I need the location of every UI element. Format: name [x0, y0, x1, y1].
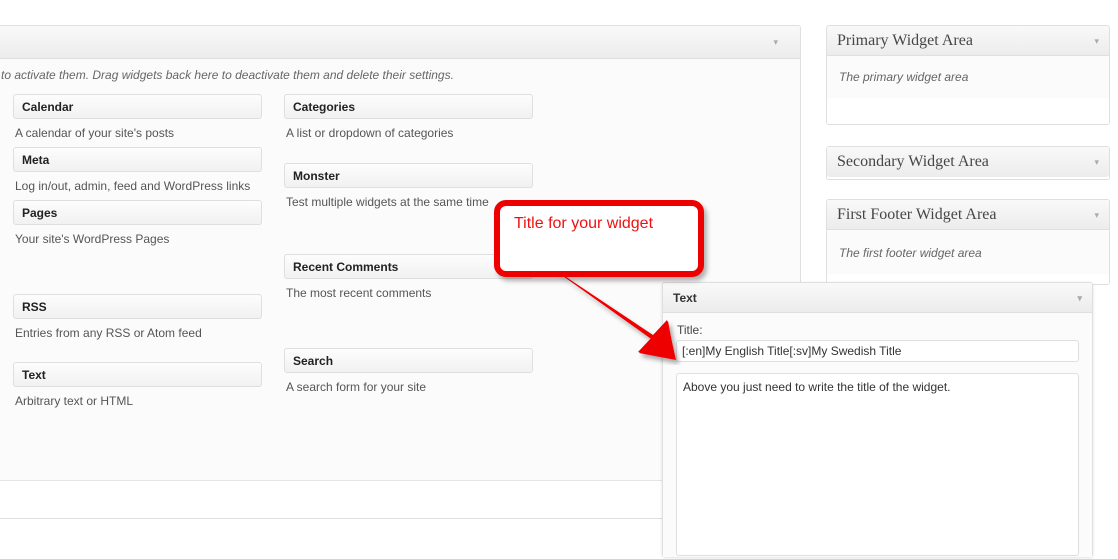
widget-description: A list or dropdown of categories [286, 126, 454, 140]
widget-title[interactable]: Meta [13, 147, 262, 172]
widget-description: Arbitrary text or HTML [15, 394, 134, 408]
chevron-down-icon[interactable]: ▾ [1077, 283, 1082, 313]
callout-text: Title for your widget [514, 215, 654, 232]
widget-description: Entries from any RSS or Atom feed [15, 326, 202, 340]
text-widget-body: Title: [663, 313, 1092, 557]
widget-area-title: Secondary Widget Area [837, 153, 989, 170]
widget-description: A search form for your site [286, 380, 427, 394]
widget-title[interactable]: Monster [284, 163, 533, 188]
widget-title-input[interactable] [676, 340, 1079, 362]
widget-title[interactable]: Text [13, 362, 262, 387]
widget-item-search[interactable]: Search A search form for your site [284, 348, 533, 395]
widget-area-title: First Footer Widget Area [837, 206, 997, 223]
chevron-down-icon[interactable]: ▾ [773, 26, 778, 59]
widget-item-calendar[interactable]: Calendar A calendar of your site's posts [13, 94, 262, 141]
text-widget-header[interactable]: Text ▾ [663, 283, 1092, 313]
widget-description: Your site's WordPress Pages [15, 232, 170, 246]
widget-title[interactable]: Pages [13, 200, 262, 225]
widget-area-first-footer: First Footer Widget Area ▾ The first foo… [826, 199, 1110, 285]
widget-description: The most recent comments [286, 286, 432, 300]
widget-column-left: Calendar A calendar of your site's posts… [13, 94, 262, 415]
chevron-down-icon[interactable]: ▾ [1094, 200, 1099, 230]
title-label: Title: [677, 323, 703, 337]
widget-item-categories[interactable]: Categories A list or dropdown of categor… [284, 94, 533, 141]
widget-item-meta[interactable]: Meta Log in/out, admin, feed and WordPre… [13, 147, 262, 194]
widget-description: A calendar of your site's posts [15, 126, 175, 140]
chevron-down-icon[interactable]: ▾ [1094, 147, 1099, 177]
callout-box: Title for your widget [494, 200, 704, 277]
widget-content-textarea[interactable] [676, 373, 1079, 556]
available-widgets-description: to activate them. Drag widgets back here… [1, 68, 454, 82]
widget-item-rss[interactable]: RSS Entries from any RSS or Atom feed [13, 294, 262, 341]
widget-item-text[interactable]: Text Arbitrary text or HTML [13, 362, 262, 409]
widget-area-title: Primary Widget Area [837, 32, 973, 49]
widget-area-secondary: Secondary Widget Area ▾ [826, 146, 1110, 180]
widget-title[interactable]: Categories [284, 94, 533, 119]
widget-description: Log in/out, admin, feed and WordPress li… [15, 179, 251, 193]
widget-area-header[interactable]: Secondary Widget Area ▾ [827, 147, 1109, 177]
widget-item-monster[interactable]: Monster Test multiple widgets at the sam… [284, 163, 533, 210]
widget-title[interactable]: Calendar [13, 94, 262, 119]
text-widget-panel: Text ▾ Title: [662, 282, 1093, 557]
widget-title[interactable]: RSS [13, 294, 262, 319]
chevron-down-icon[interactable]: ▾ [1094, 26, 1099, 56]
text-widget-title: Text [673, 291, 697, 305]
widget-area-header[interactable]: First Footer Widget Area ▾ [827, 200, 1109, 230]
widget-item-pages[interactable]: Pages Your site's WordPress Pages [13, 200, 262, 247]
widget-title[interactable]: Search [284, 348, 533, 373]
widget-area-description: The primary widget area [827, 56, 1109, 98]
widget-area-header[interactable]: Primary Widget Area ▾ [827, 26, 1109, 56]
widget-area-description: The first footer widget area [827, 230, 1109, 274]
available-widgets-header[interactable]: ▾ [0, 26, 800, 59]
widget-area-primary: Primary Widget Area ▾ The primary widget… [826, 25, 1110, 125]
